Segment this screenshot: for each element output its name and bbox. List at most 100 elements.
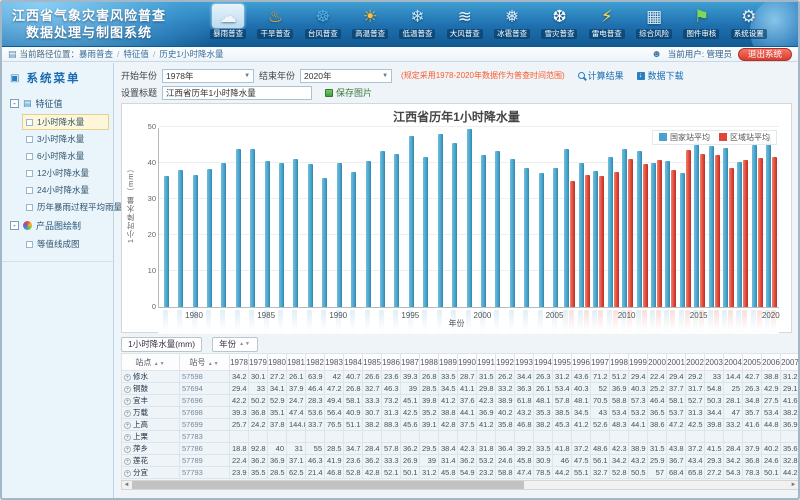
year-column-header[interactable]: 1984 bbox=[344, 354, 363, 371]
year-column-header[interactable]: 2003 bbox=[705, 354, 724, 371]
value-cell: 43.8 bbox=[667, 443, 686, 455]
toolbar-item-high-temp[interactable]: ☀高温普查 bbox=[349, 4, 391, 46]
year-column-header[interactable]: 1985 bbox=[363, 354, 382, 371]
scroll-right-icon[interactable]: ► bbox=[789, 481, 798, 489]
measure-button[interactable]: 1小时降水量(mm) bbox=[121, 337, 202, 352]
save-image-button[interactable]: 保存图片 bbox=[325, 86, 372, 99]
station-id-column-header[interactable]: 站号 ▲▼ bbox=[180, 354, 230, 371]
sidebar-item-1小时降水量[interactable]: 1小时降水量 bbox=[22, 114, 109, 130]
value-cell: 30.7 bbox=[363, 407, 382, 419]
toolbar-item-settings[interactable]: ⚙系统设置 bbox=[728, 4, 770, 46]
sidebar-group-产品图绘制[interactable]: -产品图绘制 bbox=[2, 216, 113, 235]
legend-swatch bbox=[719, 133, 727, 141]
year-column-header[interactable]: 1995 bbox=[553, 354, 572, 371]
value-cell: 27.2 bbox=[268, 371, 287, 383]
value-cell: 57.8 bbox=[553, 395, 572, 407]
year-column-header[interactable]: 1988 bbox=[420, 354, 439, 371]
year-column-header[interactable]: 1986 bbox=[382, 354, 401, 371]
end-year-select[interactable]: 2020年 ▼ bbox=[300, 69, 392, 83]
year-column-header[interactable]: 1987 bbox=[401, 354, 420, 371]
year-column-header[interactable]: 1999 bbox=[629, 354, 648, 371]
year-column-header[interactable]: 2000 bbox=[648, 354, 667, 371]
toolbar-item-label: 雪灾普查 bbox=[541, 29, 577, 39]
breadcrumb-item[interactable]: 暴雨普查 bbox=[79, 49, 113, 59]
breadcrumb-item[interactable]: 特征值 bbox=[123, 49, 149, 59]
horizontal-scrollbar[interactable]: ◄ ► bbox=[121, 480, 798, 490]
year-sort-button[interactable]: 年份 ▲▼ bbox=[212, 337, 258, 352]
year-column-header[interactable]: 2006 bbox=[762, 354, 781, 371]
toolbar-item-snow[interactable]: ❆雪灾普查 bbox=[538, 4, 580, 46]
year-column-header[interactable]: 1990 bbox=[458, 354, 477, 371]
year-column-header[interactable]: 1982 bbox=[306, 354, 325, 371]
sidebar-item-12小时降水量[interactable]: 12小时降水量 bbox=[22, 165, 109, 181]
year-column-header[interactable]: 1981 bbox=[287, 354, 306, 371]
value-cell: 43.6 bbox=[572, 371, 591, 383]
year-column-header[interactable]: 1997 bbox=[591, 354, 610, 371]
year-column-header[interactable]: 2002 bbox=[686, 354, 705, 371]
year-column-header[interactable]: 1989 bbox=[439, 354, 458, 371]
toolbar-item-map-review[interactable]: ⚑图件审核 bbox=[680, 4, 722, 46]
expand-row-icon[interactable]: + bbox=[124, 446, 131, 453]
toolbar-item-label: 系统设置 bbox=[731, 29, 767, 39]
value-cell: 42.8 bbox=[439, 419, 458, 431]
expand-row-icon[interactable]: + bbox=[124, 458, 131, 465]
value-cell bbox=[515, 431, 534, 443]
toolbar-item-rainstorm[interactable]: ☁暴雨普查 bbox=[207, 4, 249, 46]
year-column-header[interactable]: 2004 bbox=[724, 354, 743, 371]
breadcrumb-item[interactable]: 历史1小时降水量 bbox=[159, 49, 223, 59]
year-column-header[interactable]: 1994 bbox=[534, 354, 553, 371]
toolbar-item-hail[interactable]: ❅冰雹普查 bbox=[491, 4, 533, 46]
bar-national-2001 bbox=[495, 151, 500, 307]
year-column-header[interactable]: 1978 bbox=[230, 354, 249, 371]
year-column-header[interactable]: 2007 bbox=[781, 354, 799, 371]
toolbar-item-gale[interactable]: ≋大风普查 bbox=[444, 4, 486, 46]
expand-row-icon[interactable]: + bbox=[124, 434, 131, 441]
legend-label: 区域站平均 bbox=[730, 133, 770, 142]
year-column-header[interactable]: 1996 bbox=[572, 354, 591, 371]
scrollbar-thumb[interactable] bbox=[132, 481, 524, 489]
sidebar-item-等值线成图[interactable]: 等值线成图 bbox=[22, 236, 109, 252]
toolbar-item-lightning[interactable]: ⚡雷电普查 bbox=[586, 4, 628, 46]
collapse-icon[interactable]: - bbox=[10, 221, 19, 230]
value-cell: 44.8 bbox=[762, 419, 781, 431]
checkbox-icon bbox=[26, 187, 33, 194]
expand-row-icon[interactable]: + bbox=[124, 470, 131, 477]
collapse-icon[interactable]: - bbox=[10, 99, 19, 108]
toolbar-item-risk-calc[interactable]: ▦综合风险 bbox=[633, 4, 675, 46]
year-column-header[interactable]: 1983 bbox=[325, 354, 344, 371]
year-column-header[interactable]: 2001 bbox=[667, 354, 686, 371]
value-cell: 53.4 bbox=[553, 383, 572, 395]
expand-row-icon[interactable]: + bbox=[124, 374, 131, 381]
year-column-header[interactable]: 1980 bbox=[268, 354, 287, 371]
expand-row-icon[interactable]: + bbox=[124, 398, 131, 405]
logout-button[interactable]: 退出系统 bbox=[738, 48, 792, 61]
sidebar-item-历年暴雨过程平均雨量[interactable]: 历年暴雨过程平均雨量 bbox=[22, 199, 109, 215]
year-column-header[interactable]: 1979 bbox=[249, 354, 268, 371]
feature-group-icon: ▤ bbox=[23, 98, 32, 109]
breadcrumb: 暴雨普查/特征值/历史1小时降水量 bbox=[79, 48, 224, 60]
value-cell: 32.7 bbox=[363, 383, 382, 395]
start-year-select[interactable]: 1978年 ▼ bbox=[162, 69, 254, 83]
sidebar-group-特征值[interactable]: -▤特征值 bbox=[2, 94, 113, 113]
sidebar-item-3小时降水量[interactable]: 3小时降水量 bbox=[22, 131, 109, 147]
download-data-button[interactable]: ↓ 数据下载 bbox=[637, 69, 684, 82]
year-column-header[interactable]: 1993 bbox=[515, 354, 534, 371]
year-column-header[interactable]: 1998 bbox=[610, 354, 629, 371]
expand-row-icon[interactable]: + bbox=[124, 410, 131, 417]
scroll-left-icon[interactable]: ◄ bbox=[122, 481, 131, 489]
year-column-header[interactable]: 1991 bbox=[477, 354, 496, 371]
expand-row-icon[interactable]: + bbox=[124, 386, 131, 393]
toolbar-item-drought[interactable]: ♨干旱普查 bbox=[254, 4, 296, 46]
sidebar-item-6小时降水量[interactable]: 6小时降水量 bbox=[22, 148, 109, 164]
year-column-header[interactable]: 1992 bbox=[496, 354, 515, 371]
toolbar-item-typhoon[interactable]: ☸台风普查 bbox=[302, 4, 344, 46]
toolbar-item-low-temp[interactable]: ❄低温普查 bbox=[396, 4, 438, 46]
chart-title-input[interactable] bbox=[162, 86, 312, 100]
calc-result-button[interactable]: 计算结果 bbox=[578, 69, 624, 82]
year-column-header[interactable]: 2005 bbox=[743, 354, 762, 371]
expand-row-icon[interactable]: + bbox=[124, 422, 131, 429]
station-column-header[interactable]: 站点 ▲▼ bbox=[122, 354, 180, 371]
sidebar-item-24小时降水量[interactable]: 24小时降水量 bbox=[22, 182, 109, 198]
y-tick-label: 20 bbox=[126, 230, 156, 239]
high-temp-icon: ☀ bbox=[354, 4, 386, 28]
